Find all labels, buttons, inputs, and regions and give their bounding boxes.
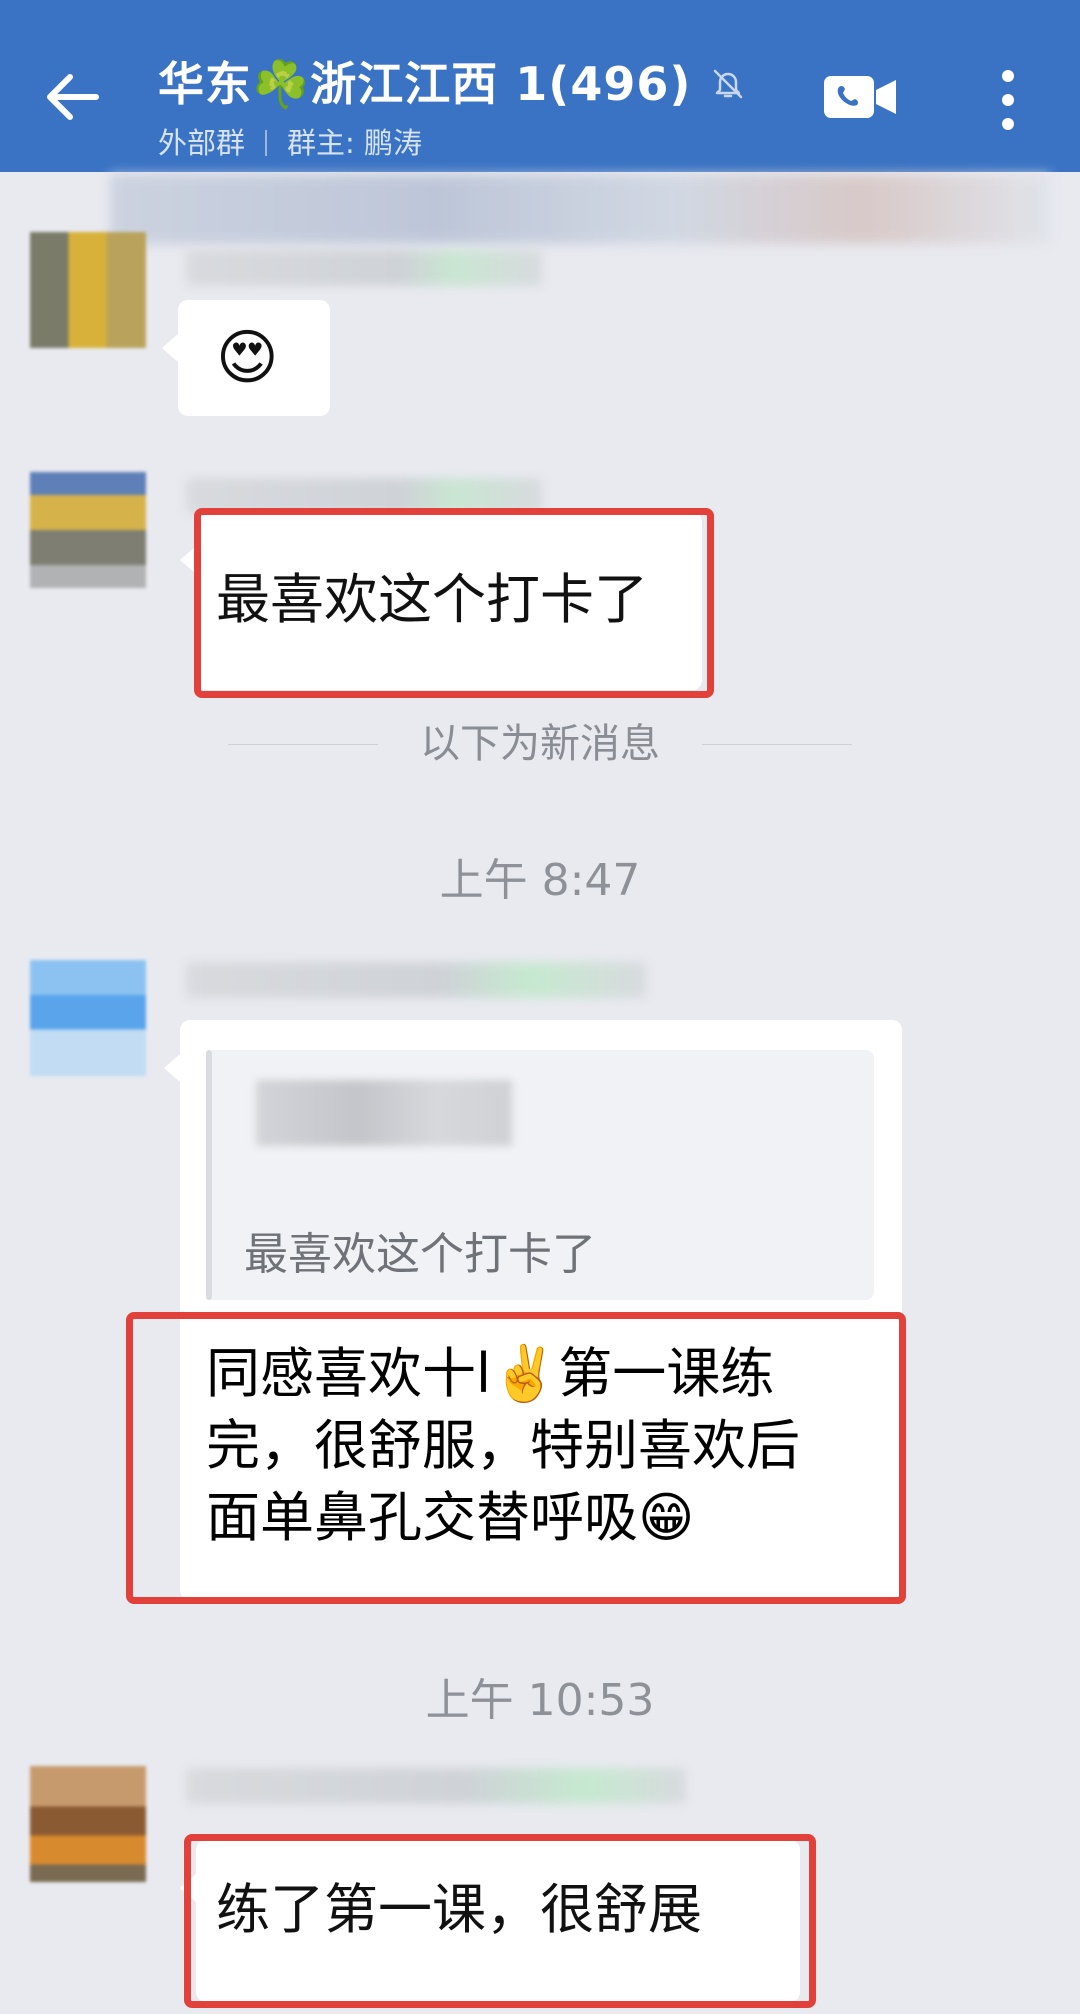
divider-line-right [702,744,852,745]
avatar[interactable] [30,472,146,588]
timestamp: 上午 8:47 [439,855,641,906]
video-call-icon[interactable] [822,72,898,122]
blurred-notice-bar [110,174,1050,244]
group-title[interactable]: 华东☘️浙江江西 1(496) [158,48,691,114]
group-subtitle: 外部群 群主: 鹏涛 [158,120,422,162]
sender-name-blurred [186,250,542,286]
heart-eyes-emoji: 😍 [216,323,279,393]
quoted-message[interactable]: 最喜欢这个打卡了 [206,1050,874,1300]
more-vertical-icon[interactable] [988,64,1028,136]
highlight-box [194,508,714,698]
highlight-box [184,1834,816,2008]
back-arrow-icon[interactable] [38,62,108,132]
chat-header: 华东☘️浙江江西 1(496) 外部群 群主: 鹏涛 [0,0,1080,172]
avatar[interactable] [30,232,146,348]
avatar[interactable] [30,960,146,1076]
quoted-sender-blurred [256,1080,512,1146]
message-bubble-emoji[interactable]: 😍 [162,300,330,416]
external-group-tag: 外部群 [158,126,246,160]
new-messages-divider: 以下为新消息 [228,720,852,768]
quote-bar [206,1050,212,1300]
quoted-text: 最喜欢这个打卡了 [244,1229,596,1280]
sender-name-blurred [186,962,646,998]
timestamp: 上午 10:53 [425,1675,655,1726]
bell-off-icon [713,69,743,99]
group-owner: 群主: 鹏涛 [287,126,423,160]
sender-name-blurred [186,1768,686,1804]
avatar[interactable] [30,1766,146,1882]
subtitle-separator [265,130,268,156]
highlight-box [126,1312,906,1604]
